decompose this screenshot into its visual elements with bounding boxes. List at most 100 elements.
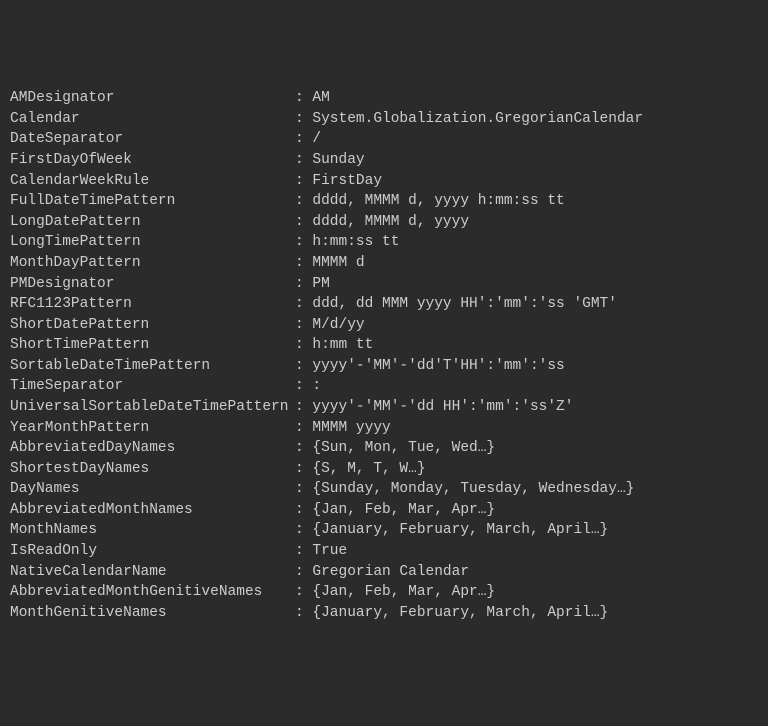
property-separator: :: [295, 438, 312, 459]
property-row: MonthDayPattern : MMMM d: [10, 253, 758, 274]
property-separator: :: [295, 109, 312, 130]
property-value: {Jan, Feb, Mar, Apr…}: [312, 502, 495, 518]
property-key: YearMonthPattern: [10, 418, 295, 439]
property-row: AbbreviatedMonthNames : {Jan, Feb, Mar, …: [10, 500, 758, 521]
property-separator: :: [295, 397, 312, 418]
property-row: DateSeparator : /: [10, 129, 758, 150]
property-row: CalendarWeekRule : FirstDay: [10, 171, 758, 192]
property-key: LongTimePattern: [10, 232, 295, 253]
property-value: h:mm:ss tt: [312, 234, 399, 250]
property-value: MMMM d: [312, 255, 364, 271]
property-row: PMDesignator : PM: [10, 274, 758, 295]
property-separator: :: [295, 150, 312, 171]
property-value: Gregorian Calendar: [312, 564, 469, 580]
property-key: MonthDayPattern: [10, 253, 295, 274]
property-key: DayNames: [10, 479, 295, 500]
property-row: AbbreviatedDayNames : {Sun, Mon, Tue, We…: [10, 438, 758, 459]
property-key: RFC1123Pattern: [10, 294, 295, 315]
property-key: LongDatePattern: [10, 212, 295, 233]
property-separator: :: [295, 479, 312, 500]
property-value: True: [312, 543, 347, 559]
property-key: PMDesignator: [10, 274, 295, 295]
property-key: AbbreviatedMonthGenitiveNames: [10, 582, 295, 603]
property-key: ShortTimePattern: [10, 335, 295, 356]
property-row: SortableDateTimePattern : yyyy'-'MM'-'dd…: [10, 356, 758, 377]
property-value: :: [312, 378, 321, 394]
property-separator: :: [295, 418, 312, 439]
property-key: AMDesignator: [10, 88, 295, 109]
property-row: MonthNames : {January, February, March, …: [10, 520, 758, 541]
property-separator: :: [295, 129, 312, 150]
property-separator: :: [295, 562, 312, 583]
property-separator: :: [295, 232, 312, 253]
property-key: IsReadOnly: [10, 541, 295, 562]
property-separator: :: [295, 541, 312, 562]
property-separator: :: [295, 88, 312, 109]
property-value: FirstDay: [312, 173, 382, 189]
property-row: TimeSeparator : :: [10, 376, 758, 397]
property-separator: :: [295, 212, 312, 233]
property-key: TimeSeparator: [10, 376, 295, 397]
property-key: Calendar: [10, 109, 295, 130]
property-row: ShortestDayNames : {S, M, T, W…}: [10, 459, 758, 480]
property-separator: :: [295, 459, 312, 480]
property-row: LongTimePattern : h:mm:ss tt: [10, 232, 758, 253]
property-row: FullDateTimePattern : dddd, MMMM d, yyyy…: [10, 191, 758, 212]
property-separator: :: [295, 253, 312, 274]
property-key: AbbreviatedMonthNames: [10, 500, 295, 521]
property-row: UniversalSortableDateTimePattern : yyyy'…: [10, 397, 758, 418]
property-row: MonthGenitiveNames : {January, February,…: [10, 603, 758, 624]
property-key: UniversalSortableDateTimePattern: [10, 397, 295, 418]
property-separator: :: [295, 520, 312, 541]
property-value: yyyy'-'MM'-'dd'T'HH':'mm':'ss: [312, 358, 564, 374]
property-value: AM: [312, 90, 329, 106]
property-key: SortableDateTimePattern: [10, 356, 295, 377]
property-separator: :: [295, 582, 312, 603]
property-key: NativeCalendarName: [10, 562, 295, 583]
property-separator: :: [295, 294, 312, 315]
property-value: {S, M, T, W…}: [312, 461, 425, 477]
property-row: AMDesignator : AM: [10, 88, 758, 109]
property-row: NativeCalendarName : Gregorian Calendar: [10, 562, 758, 583]
property-value: {January, February, March, April…}: [312, 522, 608, 538]
property-value: PM: [312, 276, 329, 292]
property-value: {January, February, March, April…}: [312, 605, 608, 621]
property-row: IsReadOnly : True: [10, 541, 758, 562]
property-list: AMDesignator : AMCalendar : System.Globa…: [10, 88, 758, 623]
property-separator: :: [295, 335, 312, 356]
property-row: ShortTimePattern : h:mm tt: [10, 335, 758, 356]
property-separator: :: [295, 376, 312, 397]
property-row: Calendar : System.Globalization.Gregoria…: [10, 109, 758, 130]
property-row: LongDatePattern : dddd, MMMM d, yyyy: [10, 212, 758, 233]
property-row: YearMonthPattern : MMMM yyyy: [10, 418, 758, 439]
property-value: {Sunday, Monday, Tuesday, Wednesday…}: [312, 481, 634, 497]
property-value: {Jan, Feb, Mar, Apr…}: [312, 584, 495, 600]
property-key: MonthNames: [10, 520, 295, 541]
property-key: DateSeparator: [10, 129, 295, 150]
property-value: Sunday: [312, 152, 364, 168]
property-separator: :: [295, 274, 312, 295]
property-separator: :: [295, 603, 312, 624]
property-value: System.Globalization.GregorianCalendar: [312, 111, 643, 127]
property-separator: :: [295, 191, 312, 212]
property-key: ShortestDayNames: [10, 459, 295, 480]
property-row: RFC1123Pattern : ddd, dd MMM yyyy HH':'m…: [10, 294, 758, 315]
property-row: FirstDayOfWeek : Sunday: [10, 150, 758, 171]
property-value: h:mm tt: [312, 337, 373, 353]
property-value: /: [312, 131, 321, 147]
property-key: FirstDayOfWeek: [10, 150, 295, 171]
property-value: dddd, MMMM d, yyyy: [312, 214, 469, 230]
property-value: dddd, MMMM d, yyyy h:mm:ss tt: [312, 193, 564, 209]
property-row: ShortDatePattern : M/d/yy: [10, 315, 758, 336]
property-separator: :: [295, 356, 312, 377]
property-value: M/d/yy: [312, 317, 364, 333]
property-separator: :: [295, 171, 312, 192]
property-separator: :: [295, 315, 312, 336]
property-value: yyyy'-'MM'-'dd HH':'mm':'ss'Z': [312, 399, 573, 415]
property-key: AbbreviatedDayNames: [10, 438, 295, 459]
property-row: DayNames : {Sunday, Monday, Tuesday, Wed…: [10, 479, 758, 500]
property-row: AbbreviatedMonthGenitiveNames : {Jan, Fe…: [10, 582, 758, 603]
property-key: ShortDatePattern: [10, 315, 295, 336]
property-value: MMMM yyyy: [312, 420, 390, 436]
property-key: MonthGenitiveNames: [10, 603, 295, 624]
